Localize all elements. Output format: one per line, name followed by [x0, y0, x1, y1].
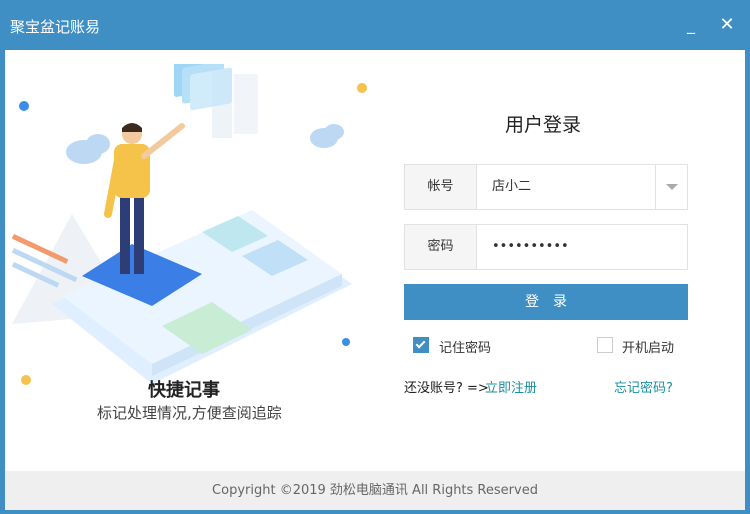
- account-dropdown-button[interactable]: [655, 165, 687, 209]
- chevron-down-icon: [666, 184, 678, 190]
- register-link[interactable]: 立即注册: [485, 377, 537, 396]
- title-bar[interactable]: 聚宝盆记账易 _ ✕: [0, 0, 750, 50]
- password-field[interactable]: 密码 ••••••••••: [404, 224, 688, 270]
- password-label: 密码: [405, 225, 477, 269]
- password-input[interactable]: ••••••••••: [492, 225, 569, 269]
- remember-password-checkbox[interactable]: [413, 337, 429, 353]
- no-account-text: 还没账号? =>: [404, 381, 489, 396]
- illustration-caption-main: 快捷记事: [148, 380, 220, 401]
- footer-copyright: Copyright ©2019 劲松电脑通讯 All Rights Reserv…: [5, 471, 745, 510]
- login-title: 用户登录: [505, 114, 582, 136]
- account-field[interactable]: 帐号 店小二: [404, 164, 688, 210]
- forgot-password-link[interactable]: 忘记密码?: [614, 377, 673, 396]
- app-window: 聚宝盆记账易 _ ✕ 快捷记事 标记处理情况,方便查阅追踪 用户登录 帐号 店小…: [0, 0, 750, 514]
- close-button[interactable]: ✕: [714, 12, 740, 38]
- minimize-button[interactable]: _: [678, 12, 704, 38]
- autostart-label: 开机启动: [622, 341, 675, 356]
- checkmark-icon: [415, 338, 426, 349]
- account-label: 帐号: [405, 165, 477, 209]
- login-button[interactable]: 登录: [404, 284, 688, 320]
- remember-password-label: 记住密码: [439, 341, 492, 356]
- account-value[interactable]: 店小二: [492, 165, 531, 209]
- window-title: 聚宝盆记账易: [10, 18, 101, 36]
- illustration-caption-sub: 标记处理情况,方便查阅追踪: [97, 404, 282, 422]
- autostart-checkbox[interactable]: [597, 337, 613, 353]
